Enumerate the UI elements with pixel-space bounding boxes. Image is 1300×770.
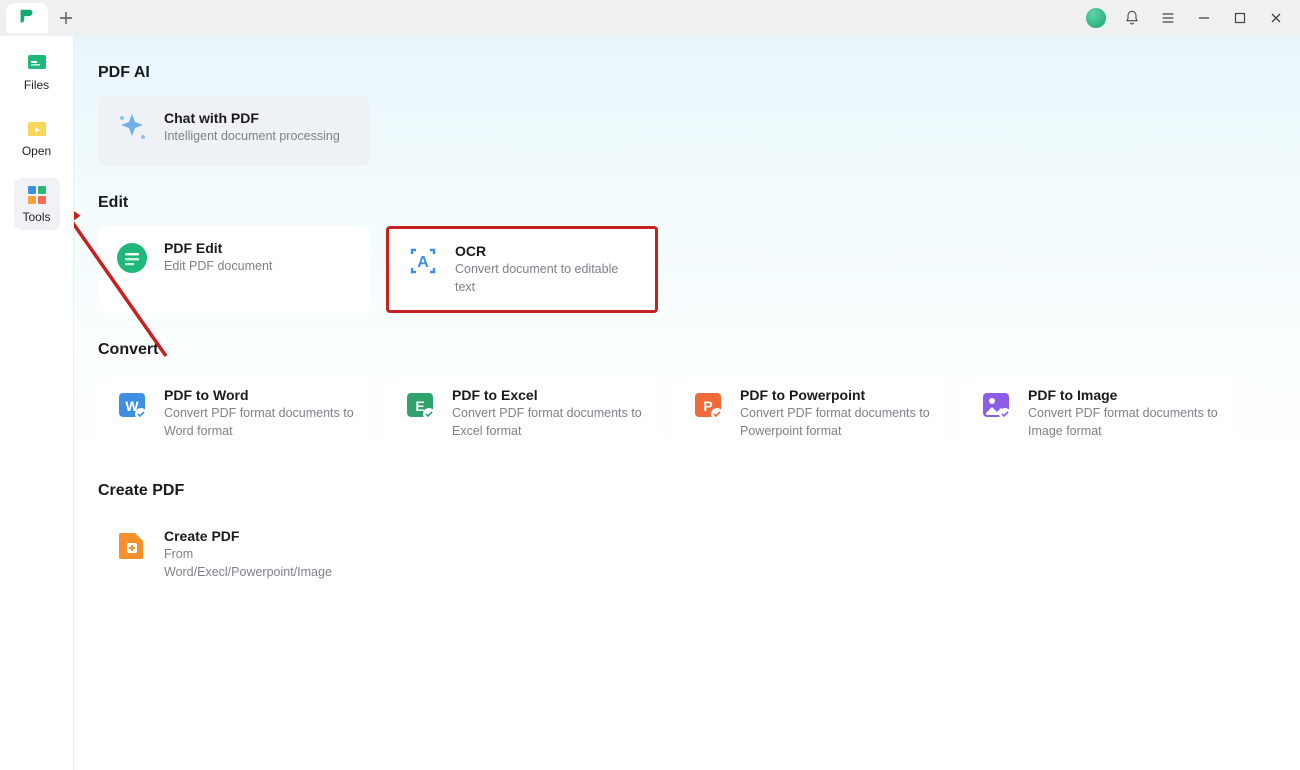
card-pdf-to-excel[interactable]: E PDF to Excel Convert PDF format docume… xyxy=(386,373,658,454)
card-title: PDF to Image xyxy=(1028,387,1218,403)
svg-text:A: A xyxy=(417,254,429,271)
word-icon: W xyxy=(114,387,150,423)
window-close-button[interactable] xyxy=(1258,0,1294,36)
card-ocr[interactable]: A OCR Convert document to editable text xyxy=(386,226,658,313)
pdf-edit-icon xyxy=(114,240,150,276)
sidebar-item-open[interactable]: Open xyxy=(14,112,60,164)
card-pdf-to-powerpoint[interactable]: P PDF to Powerpoint Convert PDF format d… xyxy=(674,373,946,454)
close-icon xyxy=(1270,12,1282,24)
notifications-button[interactable] xyxy=(1114,0,1150,36)
files-icon xyxy=(25,52,49,74)
open-icon xyxy=(25,118,49,140)
titlebar xyxy=(0,0,1300,36)
sidebar-item-label: Open xyxy=(22,144,51,158)
sidebar-item-label: Files xyxy=(24,78,49,92)
new-tab-button[interactable] xyxy=(52,4,80,32)
card-desc: Intelligent document processing xyxy=(164,128,340,146)
card-pdf-edit[interactable]: PDF Edit Edit PDF document xyxy=(98,226,370,313)
tab-well xyxy=(6,3,80,33)
create-pdf-icon xyxy=(114,528,150,564)
window-maximize-button[interactable] xyxy=(1222,0,1258,36)
app-tab[interactable] xyxy=(6,3,48,33)
sidebar-item-files[interactable]: Files xyxy=(14,46,60,98)
main-content: PDF AI Chat with PDF Intelligent documen… xyxy=(74,36,1300,770)
section-title-create: Create PDF xyxy=(98,482,1276,500)
menu-button[interactable] xyxy=(1150,0,1186,36)
tools-icon xyxy=(26,184,48,206)
section-title-convert: Convert xyxy=(98,341,1276,359)
card-chat-with-pdf[interactable]: Chat with PDF Intelligent document proce… xyxy=(98,96,370,166)
card-title: PDF Edit xyxy=(164,240,272,256)
sparkle-icon xyxy=(114,110,150,146)
image-icon xyxy=(978,387,1014,423)
hamburger-icon xyxy=(1160,10,1176,26)
section-title-edit: Edit xyxy=(98,194,1276,212)
maximize-icon xyxy=(1234,12,1246,24)
section-title-pdf-ai: PDF AI xyxy=(98,64,1276,82)
avatar-button[interactable] xyxy=(1078,0,1114,36)
card-desc: Convert PDF format documents to Word for… xyxy=(164,405,354,440)
excel-icon: E xyxy=(402,387,438,423)
card-desc: Edit PDF document xyxy=(164,258,272,276)
card-title: OCR xyxy=(455,243,639,259)
app-logo-icon xyxy=(16,7,38,29)
bell-icon xyxy=(1124,10,1140,26)
card-desc: Convert document to editable text xyxy=(455,261,639,296)
avatar-icon xyxy=(1086,8,1106,28)
card-title: PDF to Powerpoint xyxy=(740,387,930,403)
card-pdf-to-word[interactable]: W PDF to Word Convert PDF format documen… xyxy=(98,373,370,454)
sidebar-item-label: Tools xyxy=(22,210,50,224)
ocr-icon: A xyxy=(405,243,441,279)
card-title: Create PDF xyxy=(164,528,354,544)
minimize-icon xyxy=(1198,12,1210,24)
card-desc: Convert PDF format documents to Image fo… xyxy=(1028,405,1218,440)
card-create-pdf[interactable]: Create PDF From Word/Execl/Powerpoint/Im… xyxy=(98,514,370,595)
powerpoint-icon: P xyxy=(690,387,726,423)
card-title: PDF to Excel xyxy=(452,387,642,403)
card-desc: Convert PDF format documents to Powerpoi… xyxy=(740,405,930,440)
sidebar-item-tools[interactable]: Tools xyxy=(14,178,60,230)
card-desc: From Word/Execl/Powerpoint/Image xyxy=(164,546,354,581)
sidebar: Files Open Tools xyxy=(0,36,74,770)
svg-text:P: P xyxy=(703,398,712,414)
card-desc: Convert PDF format documents to Excel fo… xyxy=(452,405,642,440)
card-title: Chat with PDF xyxy=(164,110,340,126)
card-pdf-to-image[interactable]: PDF to Image Convert PDF format document… xyxy=(962,373,1234,454)
card-title: PDF to Word xyxy=(164,387,354,403)
window-minimize-button[interactable] xyxy=(1186,0,1222,36)
svg-text:E: E xyxy=(415,398,424,414)
